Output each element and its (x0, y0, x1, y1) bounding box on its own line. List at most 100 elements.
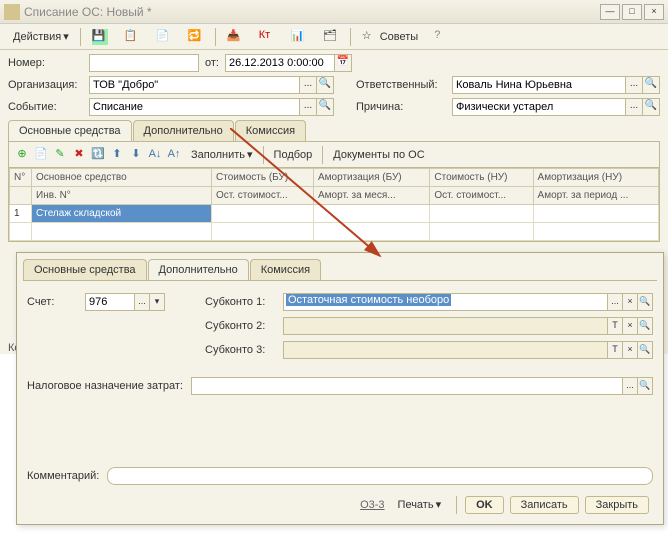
dropdown-icon: ▾ (247, 148, 253, 161)
sub3-t-icon[interactable]: T (607, 341, 623, 359)
save-icon[interactable]: 💾 (85, 26, 115, 48)
col-num[interactable]: N° (10, 169, 32, 187)
sort-desc-icon[interactable]: A↑ (165, 146, 183, 164)
delete-row-icon[interactable]: ✖ (70, 146, 88, 164)
reason-select-icon[interactable]: ... (625, 98, 643, 116)
select-button[interactable]: Подбор (267, 146, 320, 164)
tax-search-icon[interactable]: 🔍 (637, 377, 653, 395)
maximize-button[interactable]: □ (622, 4, 642, 20)
sub1-search-icon[interactable]: 🔍 (637, 293, 653, 311)
panel-tab-additional[interactable]: Дополнительно (148, 259, 249, 280)
table-row[interactable]: 1 Стелаж складской (10, 205, 659, 223)
tool-icon-4[interactable]: 📥 (220, 26, 250, 48)
refresh-icon[interactable]: 🔃 (89, 146, 107, 164)
separator (80, 28, 81, 46)
org-select-icon[interactable]: ... (299, 76, 317, 94)
reason-search-icon[interactable]: 🔍 (642, 98, 660, 116)
separator (263, 146, 264, 164)
col-rem-bu[interactable]: Ост. стоимост... (212, 187, 314, 205)
event-label: Событие: (8, 101, 83, 113)
tool-icon-5[interactable]: Кт (252, 26, 282, 48)
close-button[interactable]: × (644, 4, 664, 20)
panel-tab-commission[interactable]: Комиссия (250, 259, 321, 280)
sub3-search-icon[interactable]: 🔍 (637, 341, 653, 359)
sub2-search-icon[interactable]: 🔍 (637, 317, 653, 335)
copy-row-icon[interactable]: 📄 (32, 146, 50, 164)
tips-button[interactable]: ☆ Советы (355, 26, 425, 48)
form-code-link[interactable]: О3-3 (360, 499, 384, 511)
sub1-select-icon[interactable]: ... (607, 293, 623, 311)
resp-search-icon[interactable]: 🔍 (642, 76, 660, 94)
actions-menu[interactable]: Действия ▾ (6, 27, 76, 46)
sub2-input[interactable] (283, 317, 608, 335)
close-panel-button[interactable]: Закрыть (585, 496, 649, 514)
org-input[interactable] (89, 76, 300, 94)
number-input[interactable] (89, 54, 199, 72)
resp-input[interactable] (452, 76, 626, 94)
save-button[interactable]: Записать (510, 496, 579, 514)
resp-label: Ответственный: (356, 79, 446, 91)
panel-footer: О3-3 Печать ▾ OK Записать Закрыть (23, 491, 657, 518)
tool-icon-6[interactable]: 📊 (284, 26, 314, 48)
tax-input[interactable] (191, 377, 623, 395)
move-up-icon[interactable]: ⬆ (108, 146, 126, 164)
sub1-input[interactable]: Остаточная стоимость необоро (283, 293, 608, 311)
detail-panel: Основные средства Дополнительно Комиссия… (16, 252, 664, 525)
col-amort-bu[interactable]: Амортизация (БУ) (314, 169, 430, 187)
comment-input[interactable] (107, 467, 653, 485)
tab-main-assets[interactable]: Основные средства (8, 120, 132, 141)
col-cost-bu[interactable]: Стоимость (БУ) (212, 169, 314, 187)
col-cost-nu[interactable]: Стоимость (НУ) (430, 169, 533, 187)
panel-tabs: Основные средства Дополнительно Комиссия (23, 259, 657, 281)
tool-icon-3[interactable]: 🔁 (181, 26, 211, 48)
minimize-button[interactable]: — (600, 4, 620, 20)
comment-label: Комментарий: (27, 470, 99, 482)
tax-select-icon[interactable]: ... (622, 377, 638, 395)
add-row-icon[interactable]: ⊕ (13, 146, 31, 164)
table-row[interactable] (10, 223, 659, 241)
cell-amort-nu (533, 205, 658, 223)
cell-num: 1 (10, 205, 32, 223)
date-input[interactable] (225, 54, 335, 72)
docs-button[interactable]: Документы по ОС (326, 146, 431, 164)
calendar-icon[interactable]: 📅 (334, 54, 352, 72)
col-amort-p[interactable]: Аморт. за период ... (533, 187, 658, 205)
account-select-icon[interactable]: ... (134, 293, 150, 311)
tool-icon-2[interactable]: 📄 (149, 26, 179, 48)
org-search-icon[interactable]: 🔍 (316, 76, 334, 94)
event-select-icon[interactable]: ... (299, 98, 317, 116)
event-input[interactable] (89, 98, 300, 116)
resp-select-icon[interactable]: ... (625, 76, 643, 94)
print-menu[interactable]: Печать ▾ (391, 495, 449, 514)
edit-row-icon[interactable]: ✎ (51, 146, 69, 164)
sub2-clear-icon[interactable]: × (622, 317, 638, 335)
fill-menu[interactable]: Заполнить ▾ (184, 145, 260, 164)
tool-icon-7[interactable]: 🗂 (316, 26, 346, 48)
col-num2[interactable] (10, 187, 32, 205)
help-icon[interactable]: ? (427, 26, 457, 48)
cell-cost-bu (212, 205, 314, 223)
actions-label: Действия (13, 31, 61, 43)
sub2-t-icon[interactable]: T (607, 317, 623, 335)
ok-button[interactable]: OK (465, 496, 504, 514)
account-input[interactable] (85, 293, 135, 311)
date-label: от: (205, 57, 219, 69)
tab-additional[interactable]: Дополнительно (133, 120, 234, 141)
col-rem-nu[interactable]: Ост. стоимост... (430, 187, 533, 205)
event-search-icon[interactable]: 🔍 (316, 98, 334, 116)
col-inv[interactable]: Инв. N° (32, 187, 212, 205)
tab-commission[interactable]: Комиссия (235, 120, 306, 141)
tool-icon-1[interactable]: 📋 (117, 26, 147, 48)
panel-tab-assets[interactable]: Основные средства (23, 259, 147, 280)
sub3-input[interactable] (283, 341, 608, 359)
app-icon (4, 4, 20, 20)
col-amort-m[interactable]: Аморт. за меся... (314, 187, 430, 205)
sub3-clear-icon[interactable]: × (622, 341, 638, 359)
sub1-clear-icon[interactable]: × (622, 293, 638, 311)
col-asset[interactable]: Основное средство (32, 169, 212, 187)
sort-asc-icon[interactable]: A↓ (146, 146, 164, 164)
col-amort-nu[interactable]: Амортизация (НУ) (533, 169, 658, 187)
reason-input[interactable] (452, 98, 626, 116)
account-dropdown-icon[interactable]: ▾ (149, 293, 165, 311)
move-down-icon[interactable]: ⬇ (127, 146, 145, 164)
